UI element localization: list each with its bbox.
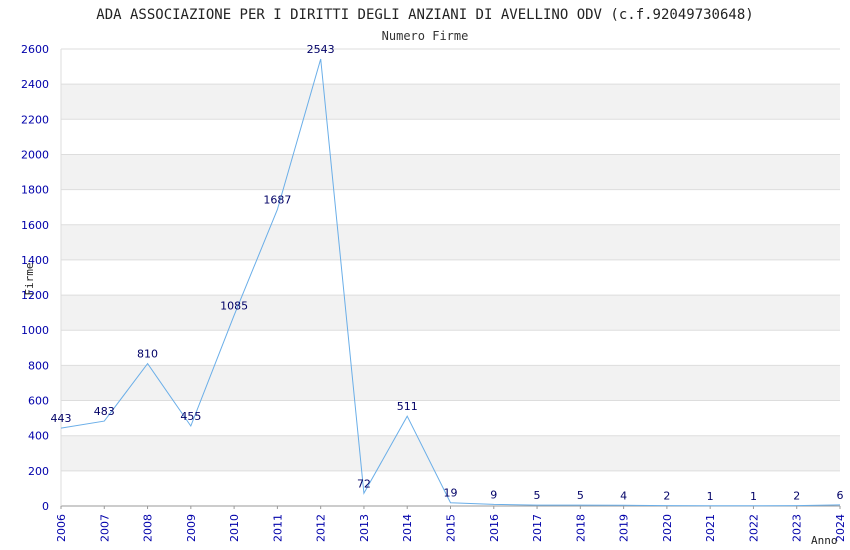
x-tick-label: 2010 bbox=[228, 514, 241, 542]
y-tick-label: 2600 bbox=[21, 43, 49, 56]
y-tick-label: 1600 bbox=[21, 219, 49, 232]
grid-bands bbox=[61, 49, 840, 506]
x-tick-label: 2019 bbox=[618, 514, 631, 542]
y-tick-label: 800 bbox=[28, 359, 49, 372]
x-tick-label: 2012 bbox=[315, 514, 328, 542]
grid-band bbox=[61, 154, 840, 190]
grid-band bbox=[61, 295, 840, 331]
x-tick-labels: 2006 2007 2008 2009 2010 2011 2012 2013 2014 2015… bbox=[55, 506, 847, 542]
x-tick-label: 2011 bbox=[271, 514, 284, 542]
grid-band bbox=[61, 224, 840, 260]
x-tick-label: 2023 bbox=[791, 514, 804, 542]
grid-band bbox=[61, 400, 840, 436]
data-label: 483 bbox=[94, 405, 115, 418]
x-tick-label: 2006 bbox=[55, 514, 68, 542]
y-tick-label: 400 bbox=[28, 430, 49, 443]
x-tick-label: 2018 bbox=[574, 514, 587, 542]
data-label: 72 bbox=[357, 477, 371, 490]
data-label: 5 bbox=[577, 489, 584, 502]
y-tick-label: 600 bbox=[28, 395, 49, 408]
chart-subtitle: Numero Firme bbox=[382, 29, 469, 43]
y-tick-label: 0 bbox=[42, 500, 49, 513]
data-label: 19 bbox=[444, 487, 458, 500]
data-label: 2 bbox=[663, 490, 670, 503]
x-tick-label: 2013 bbox=[358, 514, 371, 542]
y-tick-label: 200 bbox=[28, 465, 49, 478]
data-label: 2 bbox=[793, 490, 800, 503]
grid-band bbox=[61, 330, 840, 366]
data-label: 455 bbox=[180, 410, 201, 423]
x-tick-label: 2007 bbox=[98, 514, 111, 542]
data-label: 4 bbox=[620, 489, 627, 502]
data-label: 6 bbox=[837, 489, 844, 502]
grid-band bbox=[61, 435, 840, 471]
x-tick-label: 2022 bbox=[747, 514, 760, 542]
data-label: 1085 bbox=[220, 299, 248, 312]
x-tick-label: 2017 bbox=[531, 514, 544, 542]
x-tick-label: 2020 bbox=[661, 514, 674, 542]
y-tick-label: 1000 bbox=[21, 324, 49, 337]
x-tick-label: 2016 bbox=[488, 514, 501, 542]
grid-band bbox=[61, 84, 840, 120]
x-tick-label: 2014 bbox=[401, 514, 414, 542]
grid-band bbox=[61, 49, 840, 85]
data-label: 5 bbox=[534, 489, 541, 502]
y-tick-label: 1800 bbox=[21, 184, 49, 197]
data-label: 1687 bbox=[263, 193, 291, 206]
data-label: 1 bbox=[707, 490, 714, 503]
grid-band bbox=[61, 119, 840, 155]
grid-band bbox=[61, 189, 840, 225]
y-axis-label: Firme bbox=[23, 262, 36, 295]
grid-band bbox=[61, 365, 840, 401]
data-label: 2543 bbox=[307, 43, 335, 56]
x-axis-label: Anno bbox=[811, 534, 838, 547]
x-tick-label: 2015 bbox=[445, 514, 458, 542]
grid-band bbox=[61, 259, 840, 296]
y-tick-label: 2000 bbox=[21, 148, 49, 161]
x-tick-label: 2008 bbox=[142, 514, 155, 542]
y-tick-label: 2200 bbox=[21, 113, 49, 126]
x-tick-label: 2021 bbox=[704, 514, 717, 542]
data-label: 9 bbox=[490, 488, 497, 501]
line-chart: ADA ASSOCIAZIONE PER I DIRITTI DEGLI ANZ… bbox=[21, 7, 847, 547]
y-tick-label: 2400 bbox=[21, 78, 49, 91]
data-label: 511 bbox=[397, 400, 418, 413]
data-label: 443 bbox=[51, 412, 72, 425]
x-tick-label: 2009 bbox=[185, 514, 198, 542]
data-label: 810 bbox=[137, 348, 158, 361]
data-label: 1 bbox=[750, 490, 757, 503]
chart-title: ADA ASSOCIAZIONE PER I DIRITTI DEGLI ANZ… bbox=[96, 7, 753, 23]
